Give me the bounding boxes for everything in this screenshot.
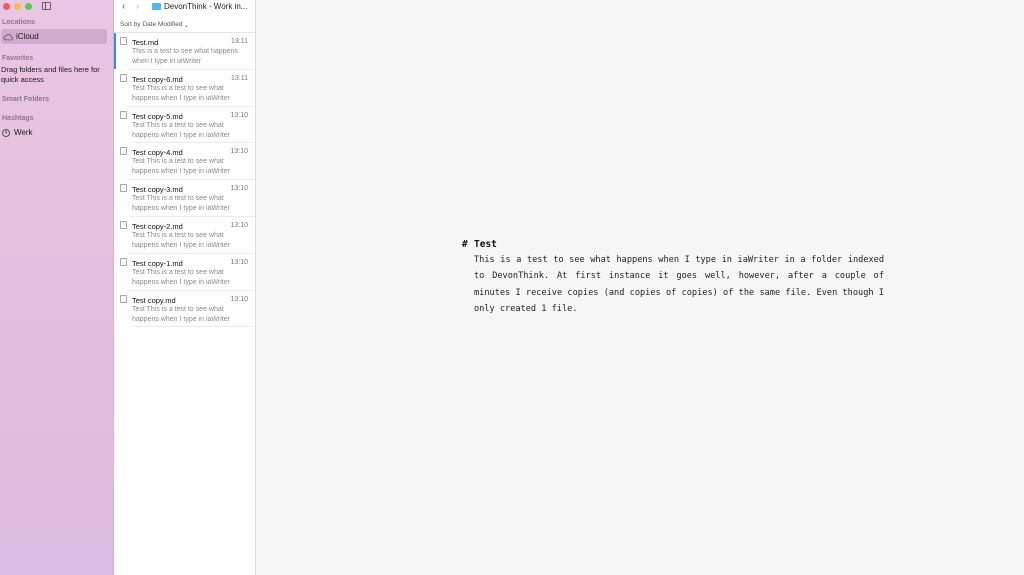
- document-icon: [120, 220, 127, 229]
- locations-heading: Locations: [2, 19, 36, 26]
- folder-icon: [152, 3, 161, 10]
- sidebar-toggle-icon[interactable]: [42, 2, 51, 10]
- file-time: 13:11: [231, 38, 248, 45]
- file-list-item[interactable]: Test copy-1.md 13:10 Test This is a test t…: [120, 254, 255, 291]
- chevron-down-icon: ⌄: [183, 21, 189, 29]
- sidebar-item-icloud[interactable]: iCloud: [1, 29, 107, 44]
- file-time: 13:11: [231, 74, 248, 82]
- file-time: 13:10: [230, 111, 248, 119]
- file-list-item[interactable]: Test copy-2.md 13:10 Test This is a test t…: [120, 217, 255, 254]
- folder-title[interactable]: DevonThink - Work in...: [164, 2, 247, 11]
- document-icon: [120, 147, 127, 156]
- file-list-pane: ‹ › DevonThink - Work in... Sort by Date…: [114, 0, 256, 575]
- sidebar-item-label: Werk: [14, 128, 33, 137]
- file-list-item[interactable]: Test copy-3.md 13:10 Test This is a test t…: [120, 180, 255, 217]
- favorites-hint: Drag folders and files here for quick ac…: [1, 65, 100, 84]
- chevron-right-icon[interactable]: ›: [136, 1, 139, 12]
- document-icon: [120, 184, 127, 193]
- sidebar-item-label: iCloud: [16, 32, 39, 41]
- editor[interactable]: # Test This is a test to see what happen…: [256, 0, 1024, 575]
- file-list-item[interactable]: Test copy-5.md 13:10 Test This is a test t…: [120, 107, 255, 144]
- file-time: 13:10: [230, 221, 248, 229]
- zoom-window-button[interactable]: [25, 3, 32, 10]
- sidebar: Locations iCloud Favorites Drag folders …: [0, 0, 114, 575]
- file-name: Test copy-3.md: [132, 185, 183, 195]
- document-icon: [120, 257, 127, 266]
- file-preview: This is a test to see what happens when …: [132, 48, 238, 65]
- smart-folders-heading: Smart Folders: [2, 96, 50, 103]
- document-icon: [120, 73, 127, 82]
- sort-label: Sort by Date Modified: [120, 21, 183, 28]
- heading-marker: #: [462, 239, 468, 250]
- chevron-left-icon[interactable]: ‹: [122, 1, 125, 12]
- sidebar-item-werk[interactable]: # Werk: [2, 128, 33, 137]
- hashtag-icon: #: [2, 128, 10, 137]
- file-time: 13:10: [230, 148, 248, 156]
- file-name: Test copy.md: [132, 295, 176, 305]
- file-preview: Test This is a test to see what happens …: [132, 268, 230, 286]
- document-body[interactable]: This is a test to see what happens when …: [474, 252, 884, 317]
- file-time: 13:10: [230, 295, 248, 303]
- file-preview: Test This is a test to see what happens …: [132, 84, 230, 102]
- window-controls: [3, 3, 32, 10]
- file-preview: Test This is a test to see what happens …: [132, 121, 230, 139]
- document-icon: [120, 37, 127, 45]
- file-name: Test copy-6.md: [132, 74, 183, 84]
- file-time: 13:10: [230, 258, 248, 266]
- document-icon: [120, 294, 127, 303]
- favorites-heading: Favorites: [2, 55, 34, 62]
- document-heading[interactable]: Test: [474, 239, 497, 250]
- file-list-item[interactable]: Test copy-4.md 13:10 Test This is a test t…: [120, 143, 255, 181]
- file-list-item[interactable]: Test.md 13:11 This is a test to see what h…: [114, 33, 255, 70]
- file-preview: Test This is a test to see what happens …: [132, 195, 230, 213]
- file-preview: Test This is a test to see what happens …: [132, 158, 230, 176]
- cloud-icon: [3, 33, 13, 40]
- file-name: Test copy-1.md: [132, 258, 183, 268]
- document-icon: [120, 110, 127, 119]
- file-preview: Test This is a test to see what happens …: [132, 305, 230, 323]
- file-name: Test copy-2.md: [132, 221, 183, 231]
- file-list: Test.md 13:11 This is a test to see what h…: [114, 33, 255, 328]
- file-name: Test copy-4.md: [132, 148, 183, 158]
- hashtags-heading: Hashtags: [2, 115, 34, 122]
- file-preview: Test This is a test to see what happens …: [132, 231, 230, 249]
- close-window-button[interactable]: [3, 3, 10, 10]
- toolbar: ‹ › DevonThink - Work in...: [114, 0, 255, 15]
- sort-menu[interactable]: Sort by Date Modified ⌄: [114, 17, 255, 33]
- minimize-window-button[interactable]: [14, 3, 21, 10]
- file-list-item[interactable]: Test copy.md 13:10 Test This is a test to …: [120, 291, 255, 328]
- file-list-item[interactable]: Test copy-6.md 13:11 Test This is a test t…: [120, 70, 255, 107]
- file-time: 13:10: [230, 185, 248, 193]
- file-name: Test.md: [132, 38, 159, 47]
- file-name: Test copy-5.md: [132, 111, 183, 121]
